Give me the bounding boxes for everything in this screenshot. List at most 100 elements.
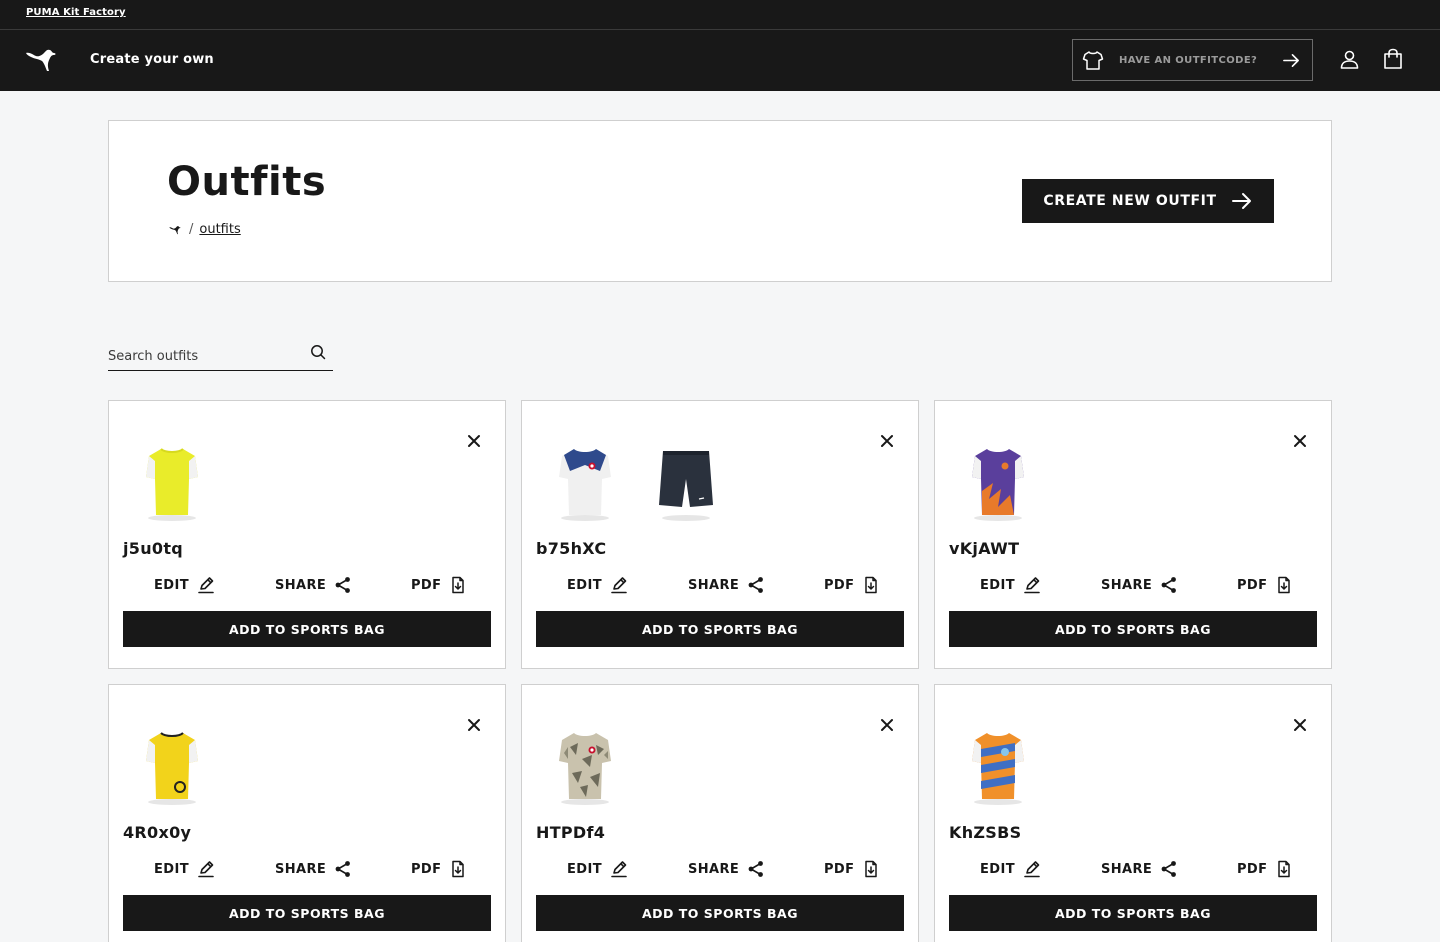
pencil-icon [611,577,627,594]
top-brand-bar: PUMA Kit Factory [0,0,1440,30]
share-button[interactable]: SHARE [688,576,765,594]
document-download-icon [1278,576,1291,594]
camo-club-shirt-thumbnail[interactable] [552,725,618,807]
outfit-name[interactable]: HTPDf4 [536,823,605,842]
pencil-icon [198,577,214,594]
outfitcode-input[interactable] [1119,50,1269,70]
add-to-sports-bag-button[interactable]: ADD TO SPORTS BAG [536,895,904,931]
pdf-label: PDF [824,861,855,877]
main-navbar: Create your own [0,30,1440,91]
document-download-icon [452,860,465,878]
add-to-sports-bag-button[interactable]: ADD TO SPORTS BAG [123,611,491,647]
outfit-name[interactable]: 4R0x0y [123,823,191,842]
search-icon[interactable] [310,344,326,360]
share-label: SHARE [688,577,740,593]
edit-button[interactable]: EDIT [980,576,1041,594]
edit-label: EDIT [567,577,602,593]
kit-factory-link[interactable]: PUMA Kit Factory [26,7,126,18]
edit-label: EDIT [154,577,189,593]
create-new-outfit-button[interactable]: CREATE NEW OUTFIT [1022,179,1274,223]
search-outfits [108,340,333,371]
edit-label: EDIT [980,577,1015,593]
arrow-right-icon[interactable] [1282,51,1301,70]
puma-logo-icon[interactable] [25,47,57,73]
close-icon[interactable] [467,434,481,448]
white-blue-club-shirt-thumbnail[interactable] [552,441,618,523]
share-label: SHARE [688,861,740,877]
close-icon[interactable] [1293,434,1307,448]
share-icon [1161,861,1177,877]
edit-button[interactable]: EDIT [154,860,215,878]
share-button[interactable]: SHARE [688,860,765,878]
search-input[interactable] [108,347,298,365]
edit-button[interactable]: EDIT [154,576,215,594]
share-icon [748,577,764,593]
navy-shorts-thumbnail[interactable] [653,441,719,523]
pdf-button[interactable]: PDF [411,860,467,878]
edit-button[interactable]: EDIT [980,860,1041,878]
close-icon[interactable] [880,718,894,732]
close-icon[interactable] [880,434,894,448]
document-download-icon [865,860,878,878]
share-label: SHARE [1101,861,1153,877]
nav-title[interactable]: Create your own [90,52,214,67]
share-label: SHARE [275,577,327,593]
breadcrumb: / outfits [169,222,241,237]
share-label: SHARE [1101,577,1153,593]
account-icon[interactable] [1339,49,1360,70]
share-icon [335,861,351,877]
breadcrumb-outfits-link[interactable]: outfits [199,222,240,237]
pencil-icon [1024,577,1040,594]
share-icon [1161,577,1177,593]
yellow-club-shirt-thumbnail[interactable] [139,725,205,807]
outfit-name[interactable]: j5u0tq [123,539,183,558]
outfit-card: b75hXC EDIT SHARE PDF ADD TO SPORTS BAG [521,400,919,669]
pdf-label: PDF [411,577,442,593]
edit-label: EDIT [567,861,602,877]
bag-icon[interactable] [1382,48,1404,70]
edit-label: EDIT [154,861,189,877]
close-icon[interactable] [467,718,481,732]
add-to-sports-bag-button[interactable]: ADD TO SPORTS BAG [949,895,1317,931]
document-download-icon [1278,860,1291,878]
pdf-label: PDF [824,577,855,593]
add-to-sports-bag-button[interactable]: ADD TO SPORTS BAG [123,895,491,931]
pdf-button[interactable]: PDF [824,860,880,878]
share-button[interactable]: SHARE [1101,860,1178,878]
share-button[interactable]: SHARE [1101,576,1178,594]
shirt-icon [1082,51,1104,70]
document-download-icon [865,576,878,594]
share-button[interactable]: SHARE [275,576,352,594]
outfit-card: KhZSBS EDIT SHARE PDF ADD TO SPORTS BAG [934,684,1332,942]
pdf-label: PDF [1237,577,1268,593]
share-icon [748,861,764,877]
outfit-card: HTPDf4 EDIT SHARE PDF ADD TO SPORTS BAG [521,684,919,942]
orange-blue-stripe-shirt-thumbnail[interactable] [965,725,1031,807]
edit-button[interactable]: EDIT [567,576,628,594]
edit-button[interactable]: EDIT [567,860,628,878]
pdf-button[interactable]: PDF [824,576,880,594]
outfit-name[interactable]: b75hXC [536,539,606,558]
outfit-name[interactable]: vKjAWT [949,539,1019,558]
create-new-outfit-label: CREATE NEW OUTFIT [1043,193,1217,209]
add-to-sports-bag-button[interactable]: ADD TO SPORTS BAG [949,611,1317,647]
share-label: SHARE [275,861,327,877]
document-download-icon [452,576,465,594]
close-icon[interactable] [1293,718,1307,732]
outfitcode-box [1072,39,1313,81]
pdf-label: PDF [411,861,442,877]
home-puma-icon[interactable] [169,225,181,235]
add-to-sports-bag-button[interactable]: ADD TO SPORTS BAG [536,611,904,647]
pencil-icon [1024,861,1040,878]
purple-orange-shirt-thumbnail[interactable] [965,441,1031,523]
pdf-button[interactable]: PDF [411,576,467,594]
pencil-icon [198,861,214,878]
pdf-button[interactable]: PDF [1237,576,1293,594]
breadcrumb-separator: / [189,222,194,237]
yellow-white-shirt-thumbnail[interactable] [139,441,205,523]
share-icon [335,577,351,593]
arrow-right-icon [1231,193,1251,209]
outfit-name[interactable]: KhZSBS [949,823,1021,842]
share-button[interactable]: SHARE [275,860,352,878]
pdf-button[interactable]: PDF [1237,860,1293,878]
